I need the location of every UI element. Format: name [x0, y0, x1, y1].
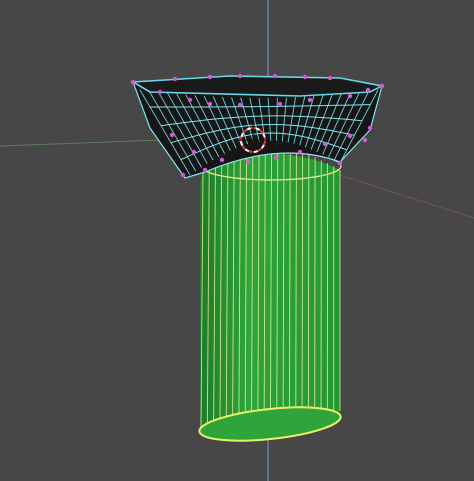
selected-vertex: [237, 102, 243, 108]
selected-vertex: [169, 132, 175, 138]
selected-vertex: [191, 149, 197, 155]
selected-vertex: [337, 160, 343, 166]
selected-vertex: [157, 89, 163, 95]
selected-vertex: [219, 157, 225, 163]
world-x-axis-line: [329, 171, 474, 219]
selected-vertex: [207, 74, 213, 80]
selected-vertex: [237, 73, 243, 79]
viewport-scene[interactable]: [0, 0, 474, 481]
selected-vertex: [297, 149, 303, 155]
3d-viewport[interactable]: [0, 0, 474, 481]
capital-top-rim[interactable]: [130, 75, 385, 97]
selected-vertex: [277, 101, 283, 107]
column-wire-edge: [301, 152, 304, 409]
selected-vertex: [379, 83, 385, 89]
selected-vertex: [347, 133, 353, 139]
selected-vertex: [347, 93, 353, 99]
column-wire-edge: [295, 150, 297, 409]
selected-vertex: [362, 137, 368, 143]
selected-vertex: [130, 79, 136, 85]
world-z-axis-line: [0, 139, 161, 147]
selected-vertex: [245, 159, 251, 165]
selected-vertex: [187, 97, 193, 103]
selected-vertex: [327, 75, 333, 81]
selected-vertex: [207, 101, 213, 107]
selected-vertex: [202, 167, 208, 173]
selected-vertex: [272, 73, 278, 79]
selected-vertex: [367, 125, 373, 131]
selected-vertex: [365, 87, 371, 93]
selected-vertex: [322, 141, 328, 147]
selected-vertex: [172, 76, 178, 82]
selected-vertex: [302, 74, 308, 80]
selected-vertex: [307, 97, 313, 103]
selected-vertex: [180, 172, 186, 178]
selected-vertex: [273, 155, 279, 161]
